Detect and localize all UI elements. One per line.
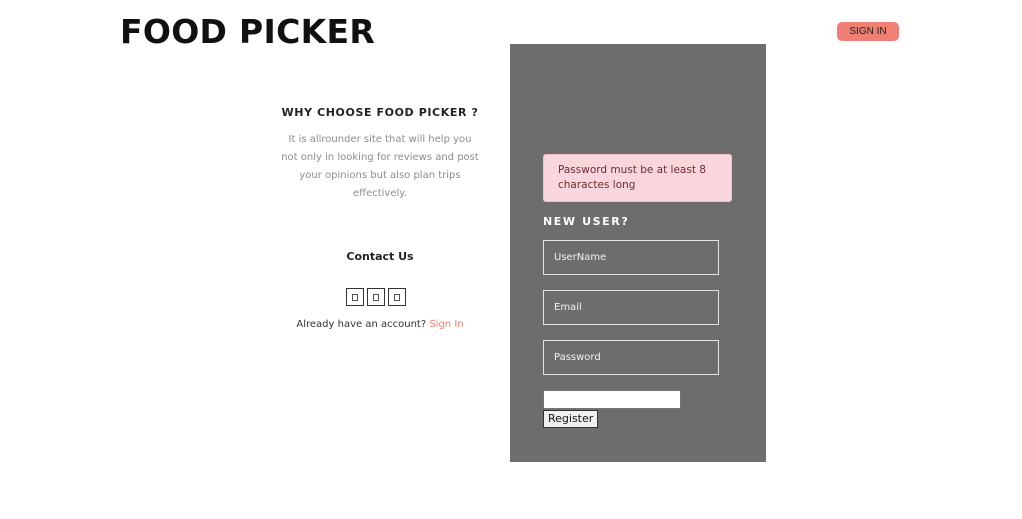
social-icons	[346, 288, 406, 306]
signin-link[interactable]: Sign In	[429, 319, 463, 330]
social-glyph-icon	[394, 293, 400, 301]
contact-us-heading: Contact Us	[346, 250, 414, 263]
header-signin-button[interactable]: SIGN IN	[837, 22, 899, 41]
why-choose-description: It is allrounder site that will help you…	[281, 134, 479, 199]
social-icon-1[interactable]	[346, 288, 364, 306]
register-button[interactable]: Register	[543, 410, 599, 428]
social-glyph-icon	[373, 293, 379, 301]
email-input[interactable]	[543, 290, 719, 325]
social-glyph-icon	[352, 293, 358, 301]
password-error-alert: Password must be at least 8 charactes lo…	[543, 154, 732, 202]
new-user-heading: NEW USER?	[543, 215, 630, 228]
already-account-text: Already have an account?	[296, 319, 427, 330]
site-logo: FOOD PICKER	[120, 12, 376, 51]
password-input[interactable]	[543, 340, 719, 375]
why-choose-section: WHY CHOOSE FOOD PICKER ? It is allrounde…	[270, 106, 490, 203]
social-icon-2[interactable]	[367, 288, 385, 306]
extra-input[interactable]	[543, 390, 681, 409]
already-account-line: Already have an account? Sign In	[270, 319, 490, 330]
register-panel: Password must be at least 8 charactes lo…	[510, 44, 766, 462]
social-icon-3[interactable]	[388, 288, 406, 306]
why-choose-heading: WHY CHOOSE FOOD PICKER ?	[281, 106, 479, 119]
username-input[interactable]	[543, 240, 719, 275]
